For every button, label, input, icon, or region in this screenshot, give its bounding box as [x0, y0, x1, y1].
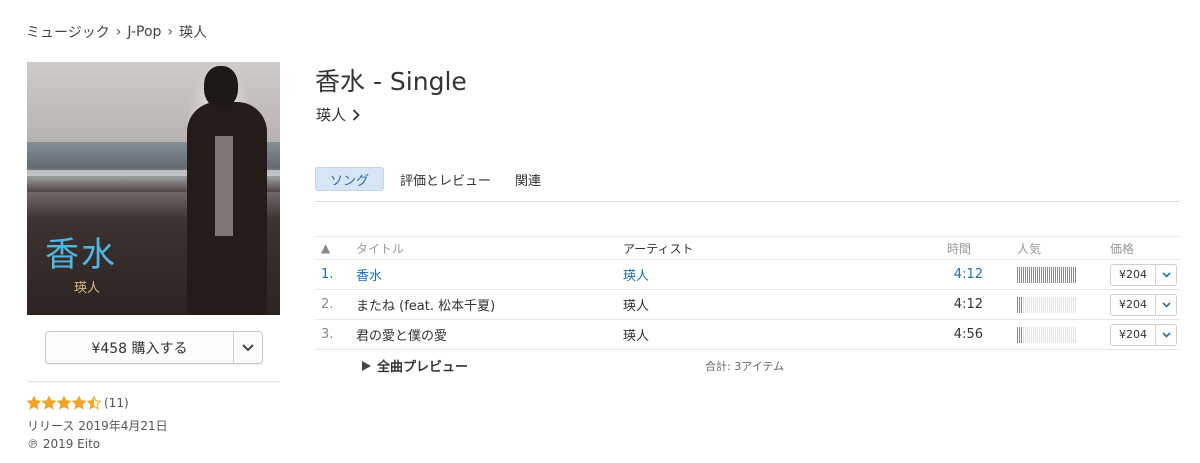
star-half-icon [87, 396, 101, 410]
sort-ascending-icon[interactable]: ▲ [321, 237, 345, 259]
chevron-down-icon [242, 343, 254, 351]
album-title: 香水 - Single [315, 67, 467, 96]
chevron-right-icon [352, 108, 360, 121]
breadcrumb-artist[interactable]: 瑛人 [179, 22, 207, 42]
star-rating [27, 396, 101, 410]
track-table: ▲ タイトル アーティスト 時間 人気 価格 1. 香水 瑛人 4:12 ¥20… [315, 236, 1180, 350]
star-full-icon [57, 396, 71, 410]
track-price: ¥204 [1110, 260, 1177, 289]
rating: (11) [27, 396, 129, 410]
release-date: リリース 2019年4月21日 [27, 419, 168, 433]
header-popularity[interactable]: 人気 [1017, 237, 1041, 259]
total-items: 合計: 3アイテム [705, 360, 785, 373]
track-time: 4:12 [953, 267, 983, 282]
popularity-meter [1017, 260, 1077, 289]
breadcrumb-genre[interactable]: J-Pop [127, 24, 161, 40]
track-price: ¥204 [1110, 290, 1177, 319]
table-row[interactable]: 1. 香水 瑛人 4:12 ¥204 [315, 260, 1180, 290]
buy-button-group: ¥458 購入する [45, 331, 263, 364]
cover-person-shirt [215, 136, 233, 236]
track-time: 4:56 [953, 327, 983, 342]
header-time[interactable]: 時間 [947, 237, 1010, 259]
album-artwork: 香水 瑛人 [27, 62, 280, 315]
track-artist[interactable]: 瑛人 [623, 290, 649, 319]
track-artist[interactable]: 瑛人 [623, 260, 649, 289]
tab-bar: ソング 評価とレビュー 関連 [315, 167, 553, 191]
copyright: ℗ 2019 Eito [27, 437, 101, 451]
breadcrumb: ミュージック › J-Pop › 瑛人 [26, 22, 207, 42]
buy-options-button[interactable] [234, 332, 262, 363]
track-time: 4:12 [953, 297, 983, 312]
tab-related[interactable]: 関連 [503, 167, 553, 191]
chevron-down-icon [1161, 301, 1171, 308]
track-options-button[interactable] [1156, 265, 1176, 285]
divider [27, 381, 280, 382]
track-price: ¥204 [1110, 320, 1177, 349]
buy-button[interactable]: ¥458 購入する [46, 332, 234, 363]
table-header: ▲ タイトル アーティスト 時間 人気 価格 [315, 236, 1180, 260]
rating-count: (11) [104, 396, 129, 410]
divider [315, 201, 1180, 202]
artist-name: 瑛人 [316, 106, 347, 124]
table-row[interactable]: 2. またね (feat. 松本千夏) 瑛人 4:12 ¥204 [315, 290, 1180, 320]
star-full-icon [72, 396, 86, 410]
table-footer: 全曲プレビュー 合計: 3アイテム [315, 352, 1180, 378]
artist-link[interactable]: 瑛人 [316, 104, 360, 125]
play-icon [362, 360, 371, 371]
chevron-right-icon: › [167, 24, 174, 40]
track-buy-button[interactable]: ¥204 [1111, 324, 1156, 345]
track-number: 2. [321, 297, 334, 312]
preview-all-button[interactable]: 全曲プレビュー [362, 356, 468, 375]
breadcrumb-music[interactable]: ミュージック [26, 22, 110, 42]
track-options-button[interactable] [1156, 295, 1176, 315]
track-options-button[interactable] [1156, 325, 1176, 345]
track-title[interactable]: またね (feat. 松本千夏) [356, 290, 495, 319]
track-buy-button[interactable]: ¥204 [1111, 294, 1156, 315]
popularity-meter [1017, 320, 1077, 349]
header-artist[interactable]: アーティスト [623, 237, 694, 259]
track-number: 1. [321, 267, 334, 282]
header-title[interactable]: タイトル [356, 237, 404, 259]
tab-songs[interactable]: ソング [315, 167, 385, 191]
chevron-right-icon: › [115, 24, 122, 40]
table-row[interactable]: 3. 君の愛と僕の愛 瑛人 4:56 ¥204 [315, 320, 1180, 350]
cover-title-text: 香水 [45, 235, 117, 275]
track-number: 3. [321, 327, 334, 342]
track-title[interactable]: 香水 [356, 260, 382, 289]
header-price[interactable]: 価格 [1110, 237, 1134, 259]
popularity-meter [1017, 290, 1077, 319]
track-buy-button[interactable]: ¥204 [1111, 264, 1156, 285]
star-full-icon [27, 396, 41, 410]
cover-person-head [204, 66, 238, 108]
tab-ratings-reviews[interactable]: 評価とレビュー [388, 167, 503, 191]
track-artist[interactable]: 瑛人 [623, 320, 649, 349]
preview-all-label: 全曲プレビュー [377, 360, 469, 375]
cover-artist-text: 瑛人 [74, 281, 101, 296]
chevron-down-icon [1161, 331, 1171, 338]
chevron-down-icon [1161, 271, 1171, 278]
star-full-icon [42, 396, 56, 410]
track-title[interactable]: 君の愛と僕の愛 [356, 320, 447, 349]
